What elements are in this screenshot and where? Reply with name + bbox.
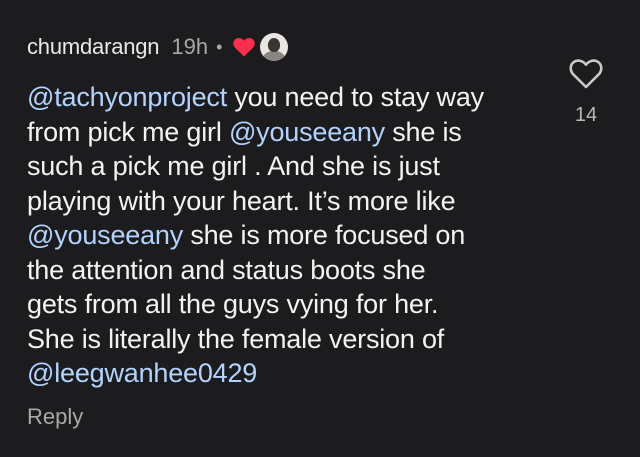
comment-text: you need to stay way (227, 82, 484, 112)
comment-text: She is literally the female version of (27, 323, 445, 354)
comment-line: She is literally the female version of (27, 322, 547, 357)
username-link[interactable]: chumdarangn (27, 34, 160, 60)
like-count: 14 (574, 104, 598, 126)
comment-text: the attention and status boots she (27, 254, 426, 285)
comment-line: such a pick me girl . And she is just (27, 149, 547, 184)
comment-line: @youseeany she is more focused on (27, 218, 547, 253)
mention-link[interactable]: @youseeany (229, 117, 385, 147)
separator-dot: • (216, 36, 223, 57)
comment-line: the attention and status boots she (27, 253, 547, 288)
comment-body: @tachyonproject you need to stay way from… (27, 80, 547, 391)
comment-text: such a pick me girl . And she is just (27, 151, 440, 181)
reply-button[interactable]: Reply (27, 404, 83, 430)
comment-line: @leegwanhee0429 (27, 356, 547, 391)
red-heart-icon (232, 36, 256, 58)
comment-text: gets from all the guys vying for her. (27, 289, 439, 319)
like-column: 14 (566, 58, 606, 127)
mention-link[interactable]: @youseeany (27, 220, 183, 250)
comment-line: from pick me girl @youseeany she is (27, 115, 547, 150)
heart-outline-icon[interactable] (566, 58, 606, 90)
comment-text: she is more focused on (183, 220, 466, 250)
comment-line: playing with your heart. It’s more like (27, 184, 547, 219)
timestamp: 19h (171, 34, 209, 59)
comment-line: gets from all the guys vying for her. (27, 287, 547, 322)
comment-header: chumdarangn 19h • (27, 30, 289, 64)
mention-link[interactable]: @leegwanhee0429 (27, 358, 257, 388)
mention-link[interactable]: @tachyonproject (27, 82, 227, 112)
author-avatar (260, 33, 289, 61)
comment-text: she is (384, 116, 462, 147)
comment-line: @tachyonproject you need to stay way (27, 80, 547, 115)
comment-text: from pick me girl (27, 116, 229, 147)
comment-text: playing with your heart. It’s more like (27, 185, 456, 216)
